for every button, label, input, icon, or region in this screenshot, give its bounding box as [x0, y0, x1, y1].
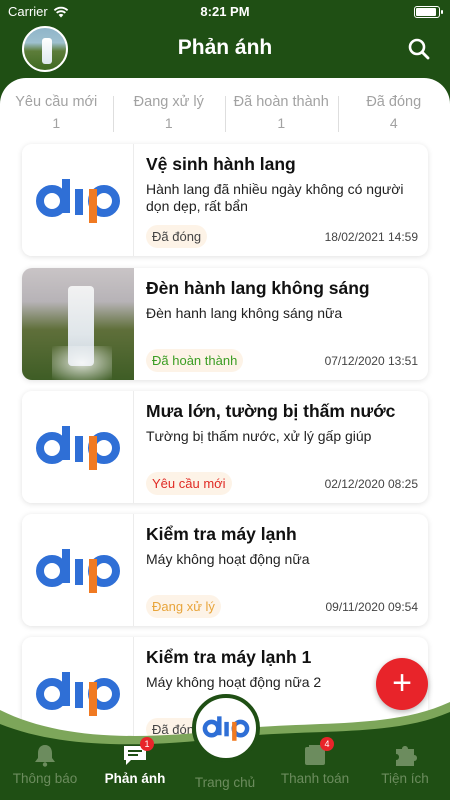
dip-logo-icon [35, 549, 120, 593]
item-title: Kiểm tra máy lạnh [146, 524, 297, 544]
status-badge: Đã hoàn thành [146, 349, 244, 372]
status-badge: Yêu cầu mới [146, 472, 232, 495]
item-description: Máy không hoạt động nữa [146, 551, 310, 567]
status-bar: Carrier 8:21 PM [0, 0, 450, 22]
add-feedback-button[interactable]: + [376, 658, 428, 710]
notification-badge: 4 [320, 737, 334, 751]
wallet-icon: 4 [302, 737, 334, 767]
plus-icon: + [392, 664, 412, 702]
page-title: Phản ánh [177, 36, 273, 59]
tab-label: Đã hoàn thành [233, 93, 329, 110]
nav-label: Thanh toán [280, 771, 350, 786]
nav-label: Tiện ích [381, 771, 429, 786]
dip-logo-icon [202, 716, 250, 741]
puzzle-icon [392, 743, 418, 767]
item-title: Mưa lớn, tường bị thấm nước [146, 401, 396, 421]
tab-label: Đã đóng [366, 93, 422, 110]
tab-new[interactable]: Yêu cầu mới 1 [0, 94, 113, 131]
nav-label-home: Trang chủ [194, 775, 256, 790]
nav-label: Phản ánh [104, 771, 166, 786]
tab-count: 1 [277, 114, 286, 131]
nav-notifications[interactable]: Thông báo [0, 743, 90, 786]
list-item[interactable]: Vệ sinh hành lang Hành lang đã nhiều ngà… [22, 144, 428, 256]
tab-closed[interactable]: Đã đóng 4 [337, 93, 450, 132]
tab-count: 1 [164, 114, 173, 131]
nav-utilities[interactable]: Tiện ích [360, 743, 450, 786]
tab-label: Đang xử lý [133, 93, 204, 110]
search-button[interactable] [406, 36, 432, 62]
dip-logo [22, 514, 134, 626]
clock: 8:21 PM [200, 4, 250, 19]
item-description: Tường bị thấm nước, xử lý gấp giúp [146, 428, 372, 444]
battery-icon [414, 6, 443, 18]
app-header: Phản ánh [0, 22, 450, 82]
item-description: Hành lang đã nhiều ngày không có người d… [146, 181, 404, 214]
nav-payment[interactable]: 4 Thanh toán [270, 737, 360, 786]
notification-badge: 1 [140, 737, 154, 751]
bell-icon [32, 743, 58, 767]
dip-logo [22, 391, 134, 503]
dip-logo-icon [35, 672, 120, 716]
status-tabs: Yêu cầu mới 1 Đang xử lý 1 Đã hoàn thành 1 … [0, 78, 450, 136]
list-item[interactable]: Đèn hành lang không sáng Đèn hanh lang k… [22, 268, 428, 380]
chat-icon: 1 [122, 737, 154, 767]
item-title: Đèn hành lang không sáng [146, 278, 370, 298]
dip-logo-icon [35, 179, 120, 223]
status-badge: Đang xử lý [146, 595, 221, 618]
dip-logo [22, 637, 134, 749]
item-title: Kiểm tra máy lạnh 1 [146, 647, 312, 667]
item-date: 02/12/2020 08:25 [324, 477, 418, 491]
status-badge: Đã đóng [146, 225, 208, 248]
item-description: Đèn hanh lang không sáng nữa [146, 305, 343, 321]
item-date: 09/11/2020 09:54 [325, 600, 418, 614]
tab-label: Yêu cầu mới [15, 93, 98, 110]
tab-completed[interactable]: Đã hoàn thành 1 [225, 93, 338, 132]
dip-logo-icon [35, 426, 120, 470]
list-item[interactable]: Kiểm tra máy lạnh Máy không hoạt động nữ… [22, 514, 428, 626]
dip-logo [22, 144, 134, 256]
tab-processing[interactable]: Đang xử lý 1 [112, 93, 226, 132]
search-icon [408, 38, 430, 60]
waterfall-photo [22, 268, 134, 380]
nav-feedback[interactable]: 1 Phản ánh [90, 737, 180, 786]
nav-label: Thông báo [12, 771, 78, 786]
tab-count: 1 [52, 114, 61, 131]
item-title: Vệ sinh hành lang [146, 154, 296, 174]
list-item[interactable]: Mưa lớn, tường bị thấm nước Tường bị thấ… [22, 391, 428, 503]
home-button[interactable] [192, 694, 260, 762]
tab-count: 4 [389, 114, 398, 131]
item-date: 18/02/2021 14:59 [324, 230, 418, 244]
item-date: 07/12/2020 13:51 [324, 354, 418, 368]
